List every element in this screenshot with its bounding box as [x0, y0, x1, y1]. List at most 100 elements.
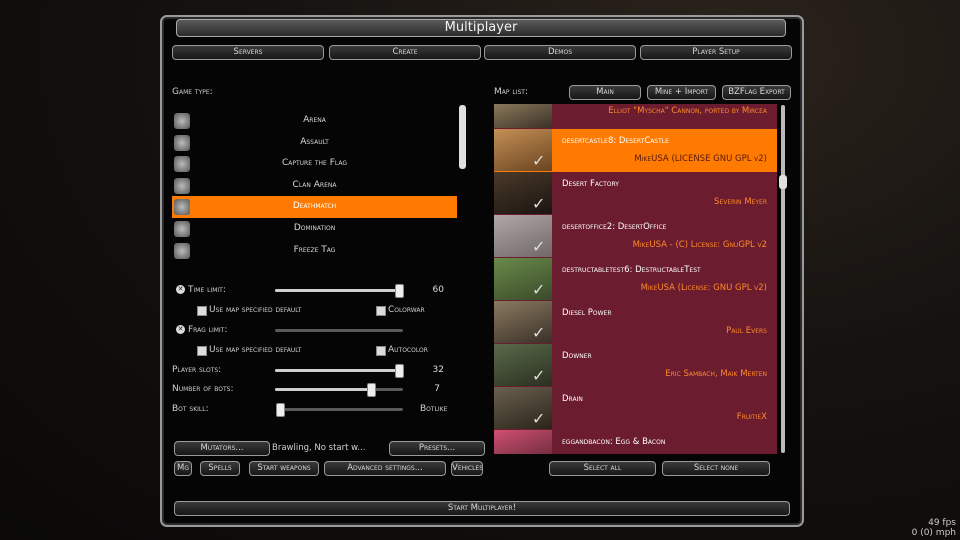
map-item[interactable]: ✓ Downer Eric Sambach, Maik Merten — [494, 344, 777, 387]
map-item[interactable]: ✓ Diesel Power Paul Evers — [494, 301, 777, 344]
game-type-item-label: Clan Arena — [292, 179, 337, 190]
use-map-default-time-label: Use map specified default — [209, 305, 302, 315]
game-type-item[interactable]: Deathmatch — [172, 196, 457, 218]
map-check-icon: ✓ — [532, 366, 546, 385]
select-none-button[interactable]: Select none — [662, 461, 770, 476]
map-name: Downer — [562, 351, 592, 361]
map-name: desertcastle8: DesertCastle — [562, 136, 669, 146]
map-list-scrollbar[interactable] — [781, 105, 785, 453]
tab-servers[interactable]: Servers — [172, 45, 324, 60]
tab-demos[interactable]: Demos — [484, 45, 636, 60]
game-type-scrollbar[interactable] — [459, 105, 466, 169]
game-type-item[interactable]: Domination — [172, 218, 457, 240]
game-type-icon — [174, 134, 190, 151]
tab-create[interactable]: Create — [329, 45, 481, 60]
map-author: Paul Evers — [726, 326, 767, 336]
mg-button[interactable]: Mg — [174, 461, 192, 476]
map-check-icon: ✓ — [532, 452, 545, 454]
game-type-item-label: Freeze Tag — [293, 244, 336, 255]
number-of-bots-value: 7 — [434, 384, 440, 394]
map-item[interactable]: ✓ desertcastle8: DesertCastle MikeUSA (LIC… — [494, 129, 777, 172]
game-type-list: Arena Assault Capture the Flag Clan Arena De… — [172, 110, 457, 261]
map-author: Eric Sambach, Maik Merten — [665, 369, 767, 379]
game-type-item[interactable]: Clan Arena — [172, 175, 457, 197]
game-type-icon — [174, 220, 190, 237]
game-type-item-label: Assault — [300, 136, 329, 147]
map-item[interactable]: ✓ Desert Factory Severin Meyer — [494, 172, 777, 215]
map-thumbnail — [494, 430, 552, 454]
spells-button[interactable]: Spells — [200, 461, 240, 476]
number-of-bots-label: Number of bots: — [172, 384, 234, 394]
use-map-default-frag-checkbox[interactable] — [197, 346, 207, 356]
select-all-button[interactable]: Select all — [549, 461, 656, 476]
frag-limit-slider[interactable] — [275, 329, 403, 332]
game-type-item-label: Domination — [293, 222, 336, 233]
map-list: ✓ Elliot "Myscha" Cannon, ported by Mirce… — [494, 104, 777, 454]
map-item[interactable]: ✓Elliot "Myscha" Cannon, ported by Mirce… — [494, 104, 777, 145]
map-check-icon: ✓ — [532, 151, 546, 170]
map-name: desertoffice2: DesertOffice — [562, 222, 667, 232]
time-limit-value: 60 — [432, 285, 444, 295]
use-map-default-frag-label: Use map specified default — [209, 345, 302, 355]
game-type-icon — [174, 113, 190, 129]
bot-skill-slider[interactable] — [276, 403, 403, 417]
map-list-scroll-thumb[interactable] — [779, 175, 787, 189]
map-list-label: Map list: — [494, 87, 528, 97]
map-author: Severin Meyer — [714, 197, 767, 207]
game-type-icon — [174, 199, 190, 216]
map-check-icon: ✓ — [532, 194, 546, 213]
map-author: MikeUSA - (C) License: GnuGPL v2 — [632, 240, 767, 250]
bot-skill-value: Botlike — [420, 404, 448, 414]
map-check-icon: ✓ — [532, 237, 546, 256]
map-name: Desert Factory — [562, 179, 619, 189]
map-name: eggandbacon: Egg & Bacon — [562, 437, 666, 447]
number-of-bots-slider[interactable] — [275, 383, 403, 397]
map-item[interactable]: ✓ desertoffice2: DesertOffice MikeUSA - (C… — [494, 215, 777, 258]
advanced-settings-button[interactable]: Advanced settings... — [324, 461, 446, 476]
game-type-icon — [174, 156, 190, 173]
map-item[interactable]: ✓ Drain FruitieX — [494, 387, 777, 430]
mutators-button[interactable]: Mutators... — [174, 441, 270, 456]
player-slots-value: 32 — [432, 365, 444, 375]
game-type-item[interactable]: Arena — [172, 110, 457, 132]
autocolor-label: Autocolor — [388, 345, 428, 355]
map-author: FruitieX — [736, 412, 767, 422]
map-main-button[interactable]: Main — [569, 85, 641, 100]
use-map-default-time-checkbox[interactable] — [197, 306, 207, 316]
map-name: Diesel Power — [562, 308, 612, 318]
fps-value: 49 fps — [928, 518, 956, 528]
presets-button[interactable]: Presets... — [389, 441, 485, 456]
frag-limit-toggle-icon[interactable]: ✕ — [176, 325, 185, 334]
map-author: MikeUSA (LICENSE GNU GPL v2) — [634, 154, 767, 164]
map-name: Drain — [562, 394, 583, 404]
map-item[interactable]: ✓ destructabletest6: DestructableTest Mike… — [494, 258, 777, 301]
map-author: MikeUSA (License: GNU GPL v2) — [640, 283, 767, 293]
multiplayer-window: Multiplayer Servers Create Demos Player … — [160, 15, 804, 527]
time-limit-slider[interactable] — [275, 284, 405, 298]
game-type-item-label: Deathmatch — [292, 201, 337, 212]
map-check-icon: ✓ — [532, 409, 546, 428]
start-weapons-button[interactable]: Start weapons — [249, 461, 319, 476]
time-limit-toggle-icon[interactable]: ✕ — [176, 285, 185, 294]
autocolor-checkbox[interactable] — [376, 346, 386, 356]
map-check-icon: ✓ — [532, 280, 546, 299]
game-type-item[interactable]: Assault — [172, 132, 457, 154]
game-type-icon — [174, 177, 190, 194]
game-type-item[interactable]: Freeze Tag — [172, 240, 457, 262]
window-title: Multiplayer — [176, 19, 786, 37]
start-multiplayer-button[interactable]: Start Multiplayer! — [174, 501, 790, 516]
game-type-item[interactable]: Capture the Flag — [172, 153, 457, 175]
map-bzflag-export-button[interactable]: BZFlag Export — [722, 85, 791, 100]
game-type-item-label: Capture the Flag — [281, 158, 348, 169]
vehicles-button[interactable]: Vehicles — [451, 461, 483, 476]
player-slots-slider[interactable] — [275, 364, 405, 378]
colorwar-checkbox[interactable] — [376, 306, 386, 316]
game-type-label: Game type: — [172, 87, 213, 97]
game-type-item-label: Arena — [303, 115, 326, 125]
speed-value: 0 (0) mph — [911, 528, 956, 538]
map-thumbnail — [494, 104, 552, 128]
bot-skill-label: Bot skill: — [172, 404, 209, 414]
tab-player-setup[interactable]: Player Setup — [640, 45, 792, 60]
map-mine-import-button[interactable]: Mine + Import — [647, 85, 716, 100]
map-item[interactable]: ✓eggandbacon: Egg & BaconRudolf Polzer — [494, 430, 777, 454]
